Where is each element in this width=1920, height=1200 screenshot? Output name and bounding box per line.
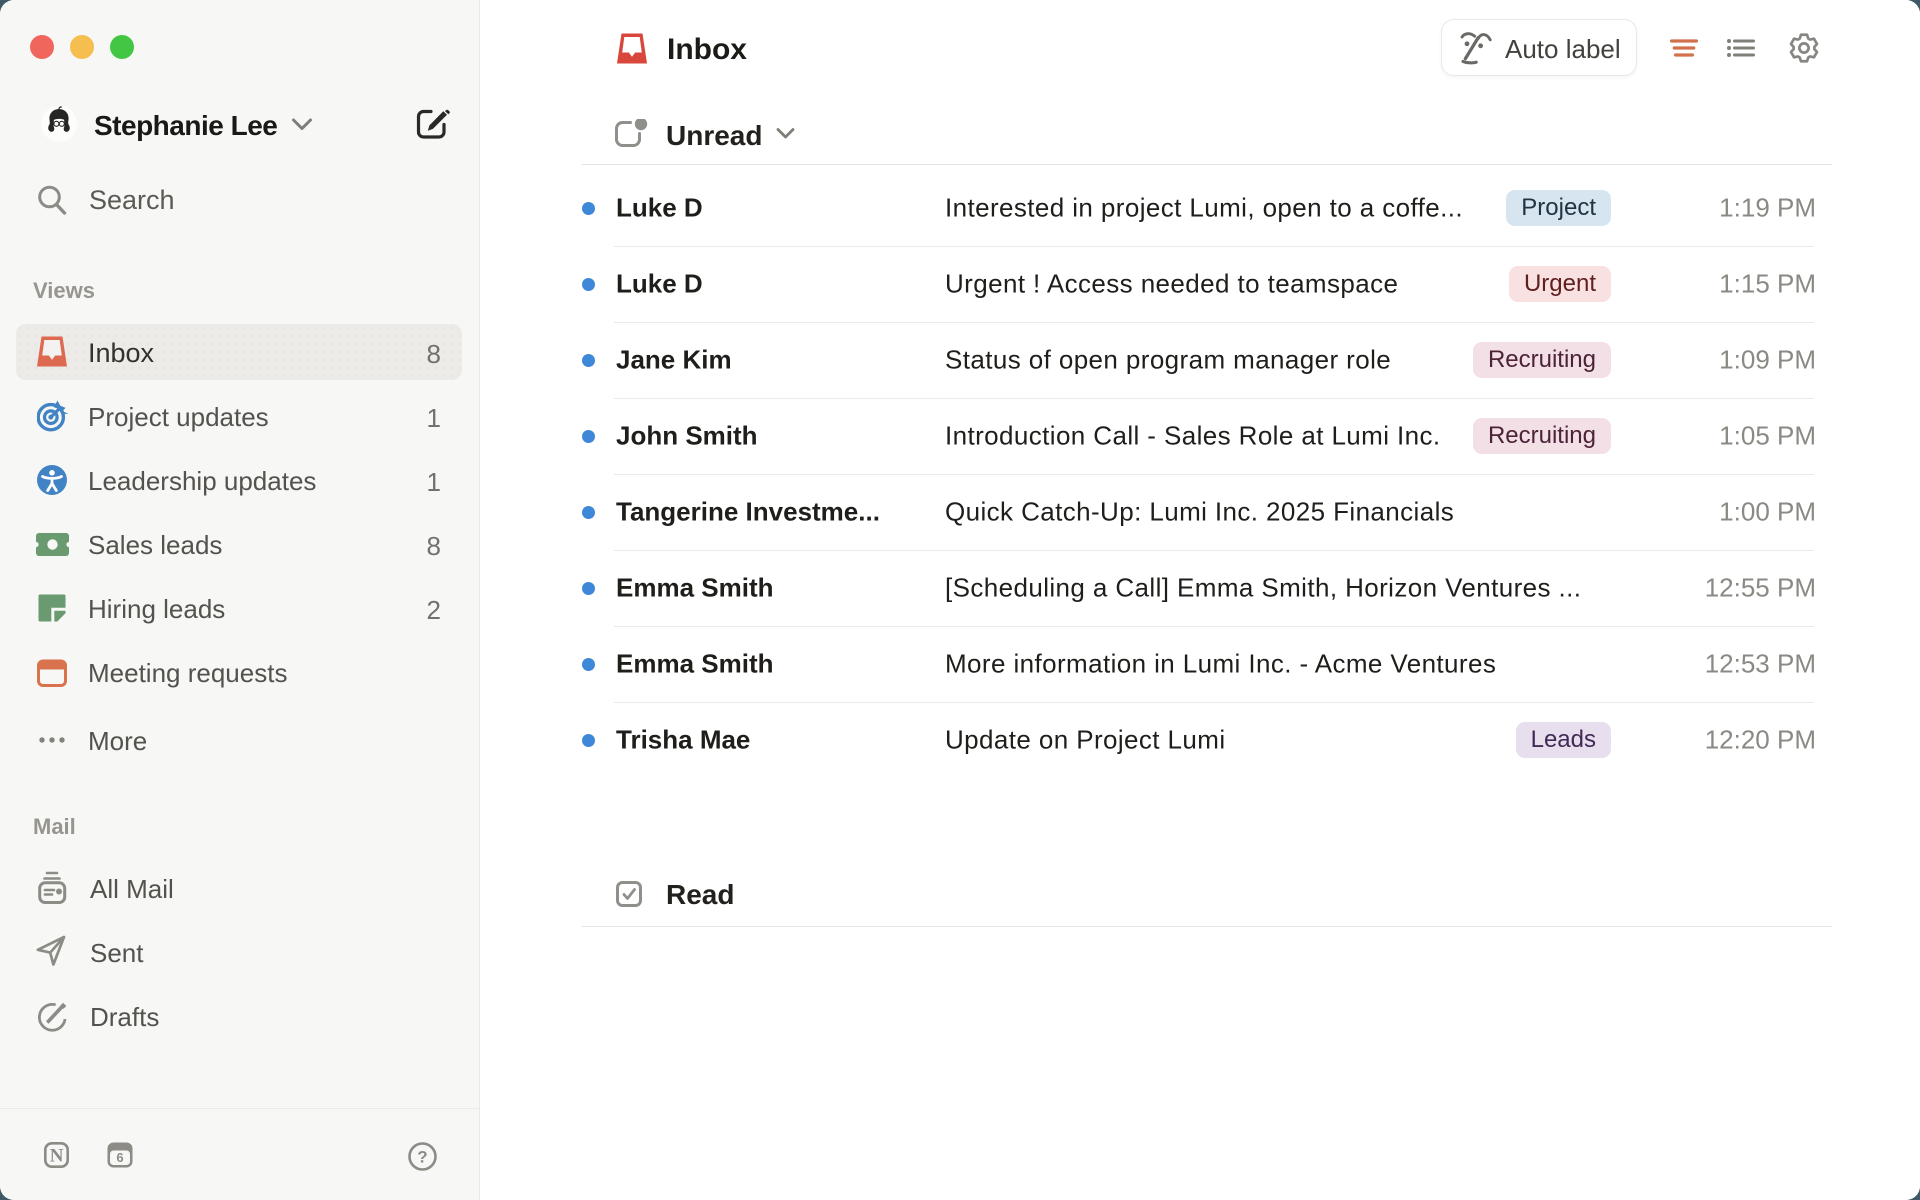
svg-text:6: 6 (116, 1150, 123, 1165)
svg-text:N: N (50, 1146, 64, 1167)
svg-text:?: ? (417, 1148, 427, 1167)
